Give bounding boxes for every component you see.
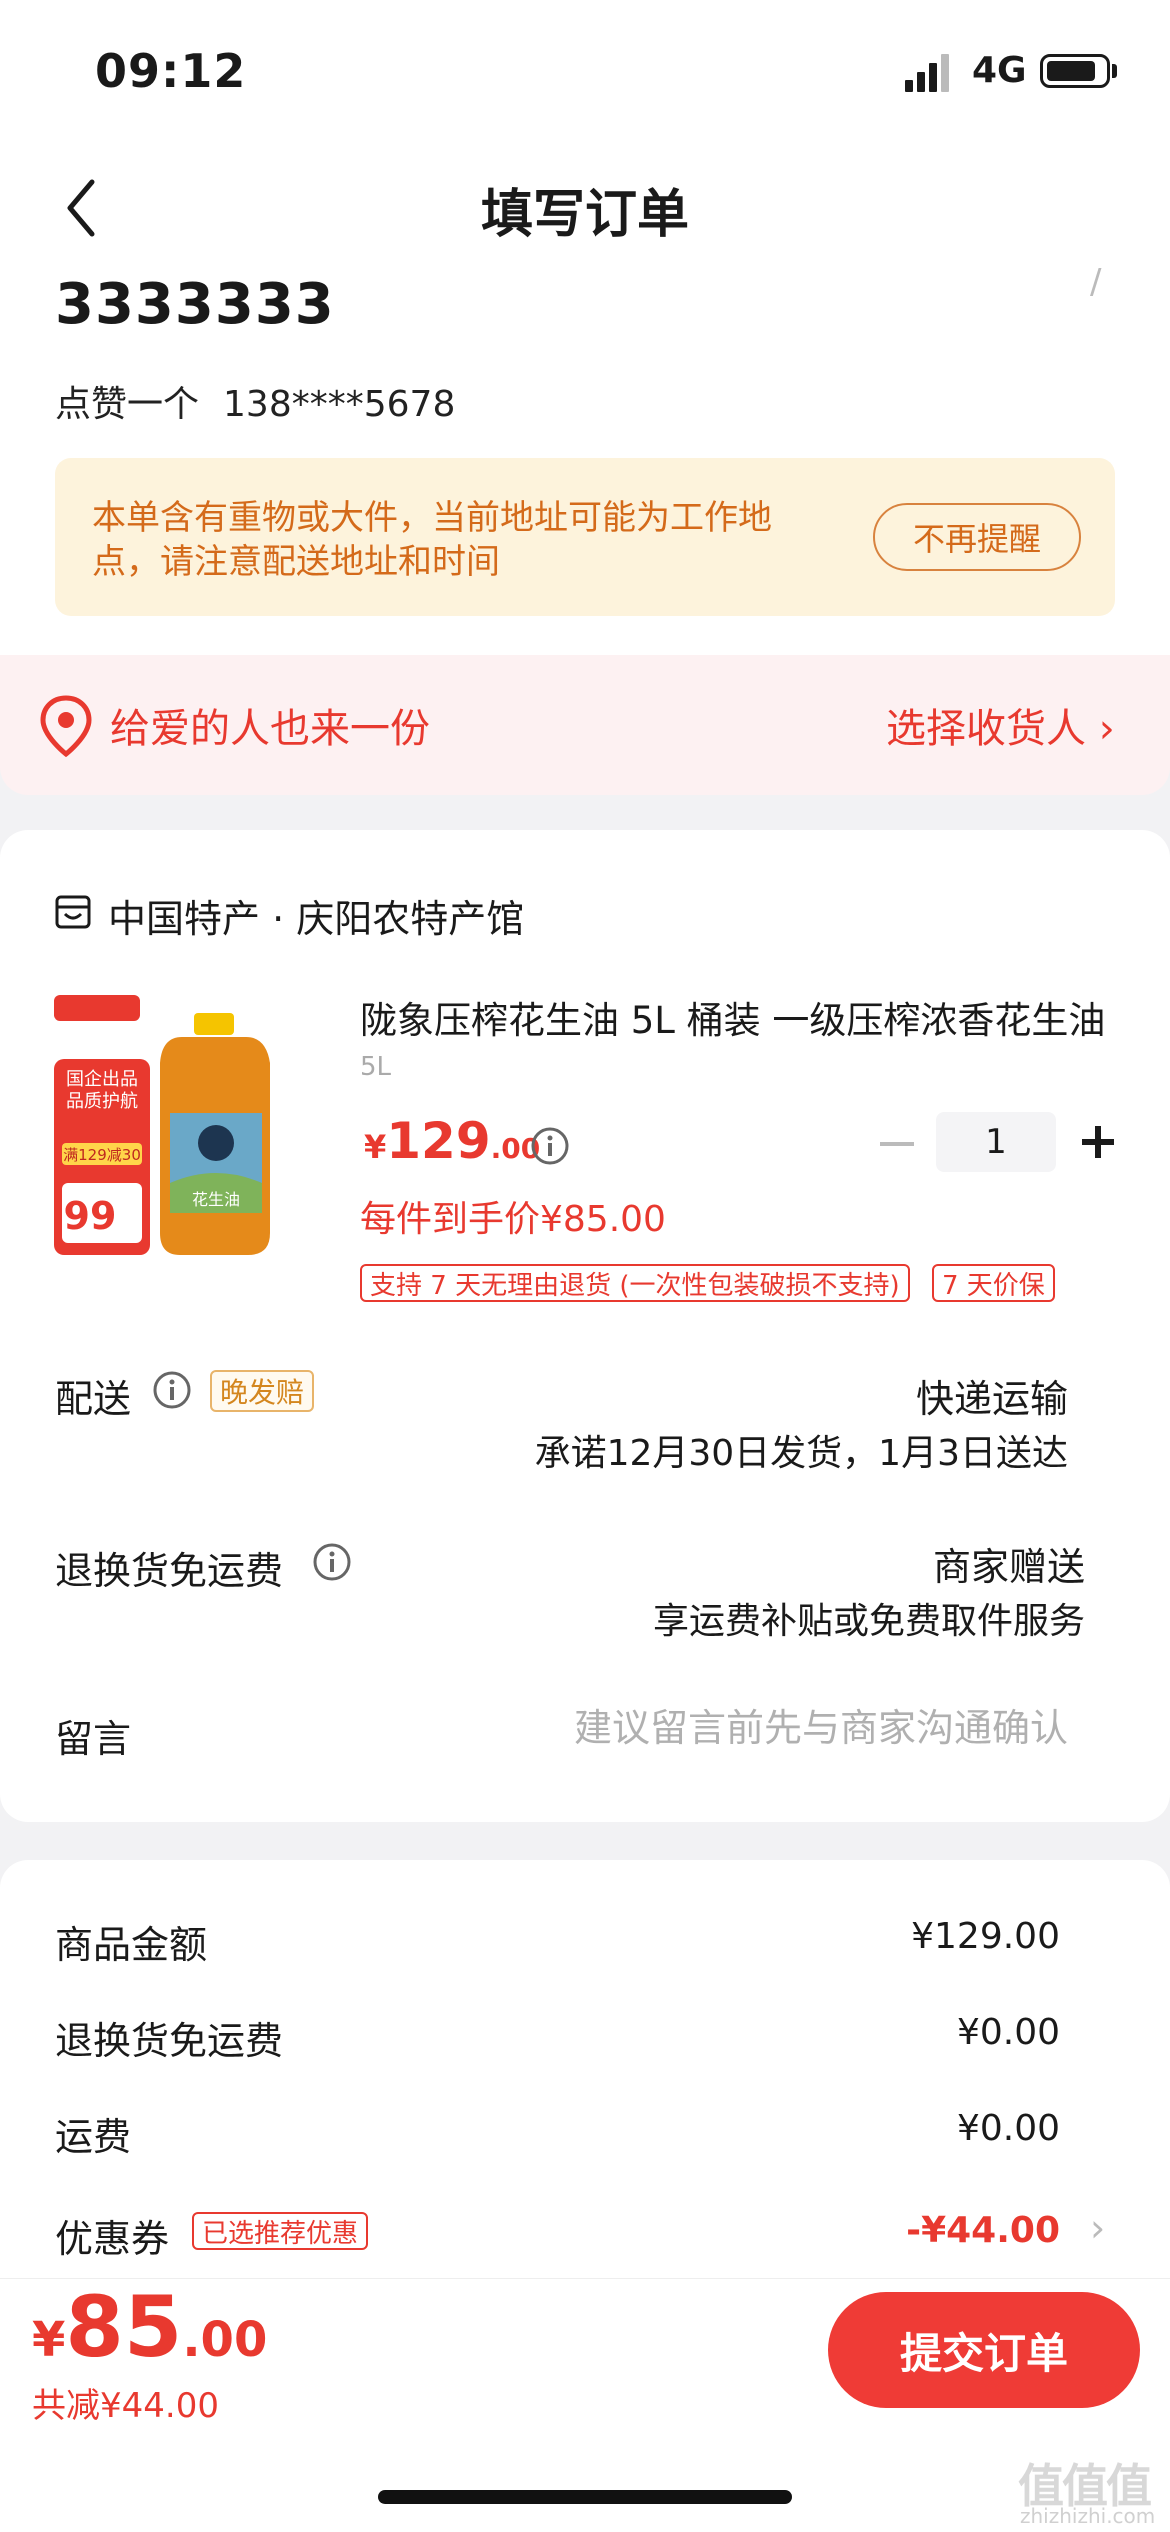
svg-text:品质护航: 品质护航 xyxy=(66,1091,138,1112)
message-label: 留言 xyxy=(55,1717,132,1761)
increase-quantity-button[interactable] xyxy=(1078,1122,1118,1162)
product-price: ¥129.00 xyxy=(364,1112,541,1170)
return-policy-tag: 支持 7 天无理由退货 (一次性包装破损不支持) xyxy=(360,1264,910,1302)
returns-detail: 享运费补贴或免费取件服务 xyxy=(652,1601,1085,1642)
price-info-icon[interactable] xyxy=(530,1126,570,1166)
svg-text:国企出品: 国企出品 xyxy=(66,1069,138,1090)
shipping-label: 运费 xyxy=(55,2115,132,2159)
total-saved: 共减¥44.00 xyxy=(32,2386,219,2426)
decrease-quantity-button[interactable] xyxy=(880,1142,914,1146)
dismiss-notice-button[interactable]: 不再提醒 xyxy=(873,503,1081,571)
shop-icon[interactable] xyxy=(54,893,92,931)
delivery-method: 快递运输 xyxy=(915,1377,1068,1421)
product-spec: 5L xyxy=(360,1052,392,1082)
returns-label: 退换货免运费 xyxy=(55,1549,284,1593)
returns-fee-label: 退换货免运费 xyxy=(55,2019,284,2063)
message-input[interactable] xyxy=(480,1700,1068,1756)
home-indicator[interactable] xyxy=(378,2490,792,2504)
contact-name: 点赞一个 xyxy=(55,384,200,425)
unit-final-price: 每件到手价¥85.00 xyxy=(360,1199,666,1240)
delivery-promise: 承诺12月30日发货，1月3日送达 xyxy=(534,1433,1068,1474)
location-pin-icon xyxy=(40,695,92,758)
total-price: ¥85.00 xyxy=(32,2278,268,2376)
coupon-chevron-icon[interactable]: › xyxy=(1090,2206,1105,2250)
notice-text: 本单含有重物或大件，当前地址可能为工作地点，请注意配送地址和时间 xyxy=(92,498,772,582)
contact-phone: 138****5678 xyxy=(223,384,456,425)
returns-value: 商家赠送 xyxy=(932,1545,1085,1589)
address-name: 3333333 xyxy=(55,272,335,337)
chevron-right-icon: / xyxy=(1090,262,1102,302)
late-compensation-tag: 晚发赔 xyxy=(210,1370,315,1412)
goods-amount-label: 商品金额 xyxy=(55,1923,208,1967)
address-contact: 点赞一个 138****5678 xyxy=(55,375,455,427)
svg-text:99: 99 xyxy=(64,1194,117,1238)
battery-icon xyxy=(1040,54,1110,88)
coupon-tag: 已选推荐优惠 xyxy=(192,2212,369,2250)
goods-amount-value: ¥129.00 xyxy=(911,1916,1060,1957)
delivery-label: 配送 xyxy=(55,1377,132,1421)
network-label: 4G xyxy=(972,50,1027,91)
watermark-site: zhizhizhi.com xyxy=(1020,2504,1156,2528)
signal-icon xyxy=(905,54,949,92)
submit-order-button[interactable]: 提交订单 xyxy=(828,2292,1140,2408)
delivery-info-icon[interactable] xyxy=(152,1370,192,1410)
gift-label: 给爱的人也来一份 xyxy=(110,706,430,752)
coupon-value[interactable]: -¥44.00 xyxy=(800,2210,1060,2251)
product-image[interactable]: 国企出品 品质护航 满129减30 99 花生油 xyxy=(52,993,302,1265)
svg-text:花生油: 花生油 xyxy=(192,1190,240,1209)
product-title[interactable]: 陇象压榨花生油 5L 桶装 一级压榨浓香花生油 xyxy=(360,990,1110,1044)
quantity-value[interactable]: 1 xyxy=(936,1112,1056,1172)
page-title: 填写订单 xyxy=(480,185,689,245)
coupon-label[interactable]: 优惠券 xyxy=(55,2208,169,2263)
shop-name[interactable]: 中国特产 · 庆阳农特产馆 xyxy=(108,888,524,943)
status-time: 09:12 xyxy=(95,44,247,98)
price-protect-tag: 7 天价保 xyxy=(932,1264,1055,1302)
svg-text:满129减30: 满129减30 xyxy=(63,1146,141,1164)
returns-fee-value: ¥0.00 xyxy=(956,2012,1060,2053)
order-card xyxy=(0,830,1170,1822)
battery-tip xyxy=(1112,64,1117,78)
shipping-value: ¥0.00 xyxy=(956,2108,1060,2149)
returns-info-icon[interactable] xyxy=(312,1542,352,1582)
choose-recipient-link[interactable]: 选择收货人 › xyxy=(886,696,1115,754)
